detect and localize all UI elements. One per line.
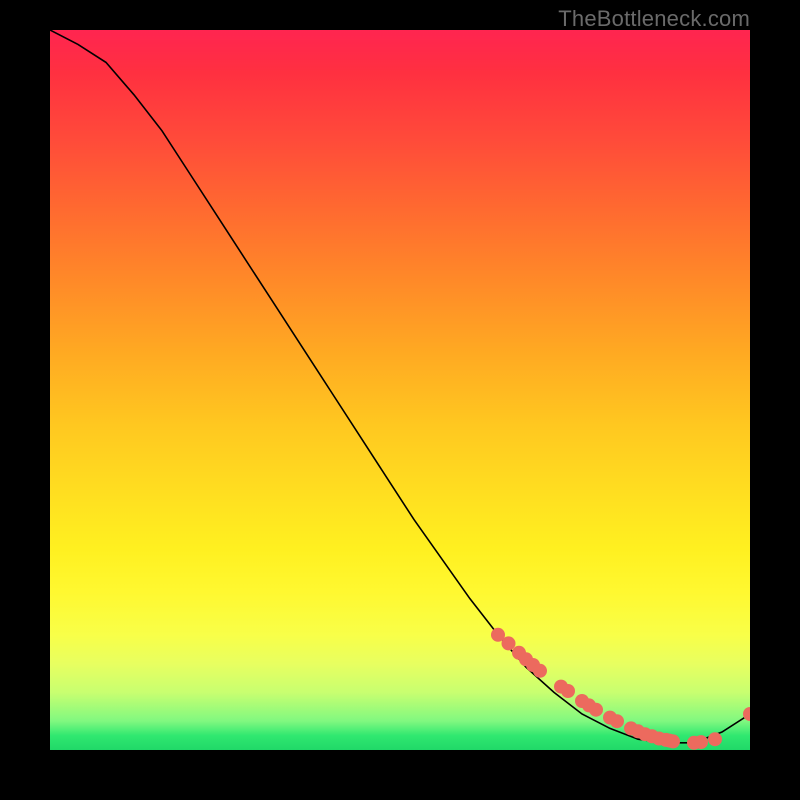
marker-point (610, 714, 624, 728)
marker-point (502, 636, 516, 650)
marker-point (694, 735, 708, 749)
chart-overlay (50, 30, 750, 750)
watermark-text: TheBottleneck.com (558, 6, 750, 32)
marker-point (589, 703, 603, 717)
scatter-markers (491, 628, 750, 750)
marker-point (743, 707, 750, 721)
marker-point (666, 734, 680, 748)
marker-point (561, 684, 575, 698)
marker-point (708, 732, 722, 746)
curve-line (50, 30, 750, 743)
marker-point (533, 664, 547, 678)
chart-frame: TheBottleneck.com (0, 0, 800, 800)
